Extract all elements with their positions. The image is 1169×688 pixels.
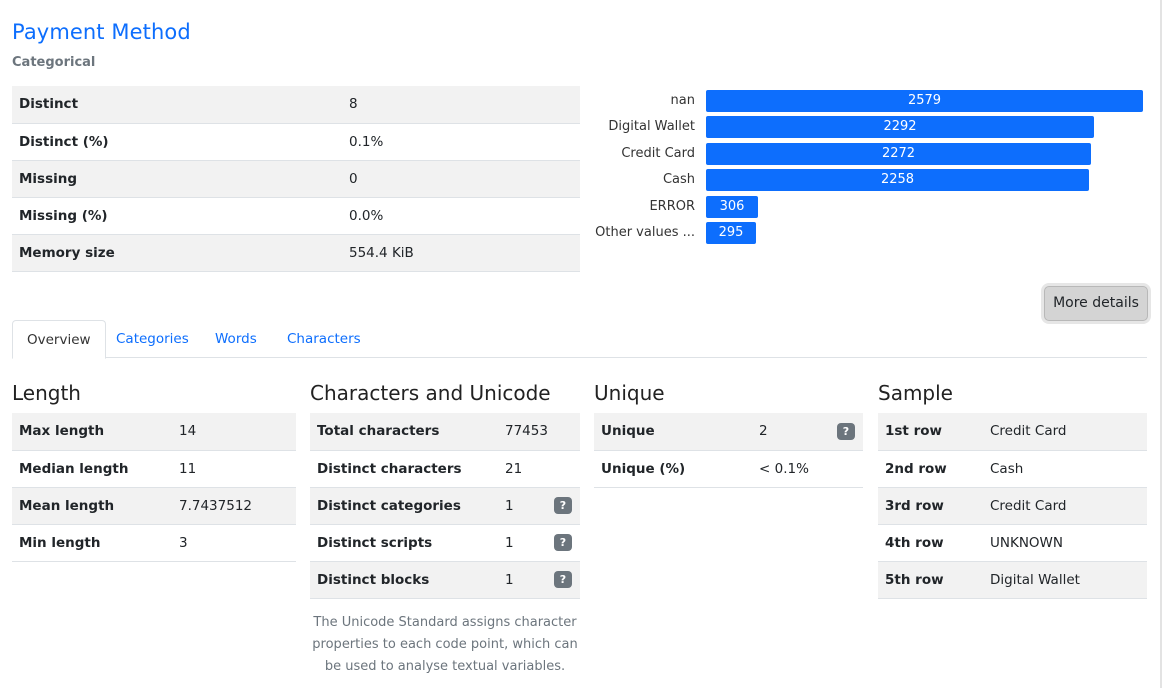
table-row: Distinct (%) 0.1%	[12, 123, 580, 161]
sample-value: Digital Wallet	[990, 561, 1147, 599]
sample-label: 2nd row	[878, 450, 990, 488]
characters-value: 1	[505, 487, 554, 525]
help-icon[interactable]: ?	[554, 497, 572, 514]
bar-label: Credit Card	[621, 145, 695, 161]
characters-table: Total characters 77453 Distinct character…	[310, 413, 580, 599]
table-row: Missing 0	[12, 160, 580, 198]
length-value: 14	[179, 413, 296, 451]
unique-label: Unique	[594, 413, 759, 451]
unique-value: 2	[759, 413, 837, 451]
sample-label: 5th row	[878, 561, 990, 599]
bar: 2579	[706, 90, 1143, 112]
table-row: 2nd row Cash	[878, 450, 1147, 488]
tab-words[interactable]: Words	[201, 320, 271, 358]
sample-label: 1st row	[878, 413, 990, 451]
stat-label: Distinct	[12, 86, 349, 124]
sample-value: Credit Card	[990, 487, 1147, 525]
sample-label: 3rd row	[878, 487, 990, 525]
unique-label: Unique (%)	[594, 450, 759, 488]
table-row: Missing (%) 0.0%	[12, 197, 580, 235]
table-row: Min length 3	[12, 524, 296, 562]
unicode-note: The Unicode Standard assigns character p…	[312, 615, 578, 674]
variable-title: Payment Method	[12, 20, 191, 44]
bar-label: Digital Wallet	[608, 119, 695, 135]
table-row: Unique 2?	[594, 413, 863, 451]
length-label: Max length	[12, 413, 179, 451]
stat-label: Missing	[12, 160, 349, 198]
table-row: 5th row Digital Wallet	[878, 561, 1147, 599]
characters-label: Distinct blocks	[310, 561, 505, 599]
sample-label: 4th row	[878, 524, 990, 562]
bar: 2272	[706, 142, 1091, 165]
bar-label: ERROR	[649, 198, 695, 214]
characters-heading: Characters and Unicode	[310, 381, 551, 405]
unique-value: < 0.1%	[759, 450, 837, 488]
length-label: Median length	[12, 450, 179, 488]
bar: 2292	[706, 116, 1094, 139]
help-icon[interactable]: ?	[554, 571, 572, 588]
length-value: 7.7437512	[179, 487, 296, 525]
sample-heading: Sample	[878, 381, 953, 405]
table-row: 4th row UNKNOWN	[878, 524, 1147, 562]
sample-value: Cash	[990, 450, 1147, 488]
table-row: Distinct characters 21	[310, 450, 580, 488]
table-row: Distinct 8	[12, 86, 580, 124]
unique-heading: Unique	[594, 381, 665, 405]
characters-label: Distinct characters	[310, 450, 505, 488]
table-row: Distinct categories 1?	[310, 487, 580, 525]
bar-label: Cash	[662, 172, 695, 188]
bar: 306	[706, 195, 758, 218]
table-row: Mean length 7.7437512	[12, 487, 296, 525]
bar: 295	[706, 222, 756, 244]
tab-categories[interactable]: Categories	[102, 320, 203, 358]
table-row: 3rd row Credit Card	[878, 487, 1147, 525]
tab-overview[interactable]: Overview	[12, 320, 106, 359]
help-icon[interactable]: ?	[837, 422, 855, 440]
detail-tabs: Overview Categories Words Characters	[12, 320, 1147, 359]
table-row: Memory size 554.4 KiB	[12, 234, 580, 272]
tab-characters[interactable]: Characters	[273, 320, 375, 358]
bar-label: Other values ...	[595, 225, 695, 240]
table-row: 1st row Credit Card	[878, 413, 1147, 451]
characters-label: Total characters	[310, 413, 505, 451]
sample-value: Credit Card	[990, 413, 1147, 451]
length-label: Min length	[12, 524, 179, 562]
stat-label: Missing (%)	[12, 197, 349, 235]
characters-value: 21	[505, 450, 554, 488]
characters-value: 1	[505, 524, 554, 562]
stat-label: Memory size	[12, 234, 349, 272]
length-table: Max length 14 Median length 11 Mean length…	[12, 413, 296, 562]
characters-label: Distinct scripts	[310, 524, 505, 562]
characters-value: 77453	[505, 413, 554, 451]
length-value: 11	[179, 450, 296, 488]
table-row: Max length 14	[12, 413, 296, 451]
table-row: Distinct scripts 1?	[310, 524, 580, 562]
stat-label: Distinct (%)	[12, 123, 349, 161]
table-row: Total characters 77453	[310, 413, 580, 451]
more-details-button[interactable]: More details	[1044, 286, 1148, 321]
length-value: 3	[179, 524, 296, 562]
stats-table: Distinct 8 Distinct (%) 0.1% Missing 0 Miss…	[12, 86, 580, 272]
help-icon[interactable]: ?	[554, 534, 572, 551]
bar-label: nan	[670, 93, 695, 108]
page-right-divider	[1160, 0, 1162, 688]
table-row: Median length 11	[12, 450, 296, 488]
sample-table: 1st row Credit Card 2nd row Cash 3rd row Cr…	[878, 413, 1147, 599]
characters-value: 1	[505, 561, 554, 599]
table-row: Distinct blocks 1?	[310, 561, 580, 599]
bar: 2258	[706, 169, 1089, 192]
sample-value: UNKNOWN	[990, 524, 1147, 562]
characters-label: Distinct categories	[310, 487, 505, 525]
table-row: Unique (%) < 0.1%	[594, 450, 863, 488]
variable-type: Categorical	[12, 55, 96, 70]
length-heading: Length	[12, 381, 81, 405]
unique-table: Unique 2? Unique (%) < 0.1%	[594, 413, 863, 488]
length-label: Mean length	[12, 487, 179, 525]
